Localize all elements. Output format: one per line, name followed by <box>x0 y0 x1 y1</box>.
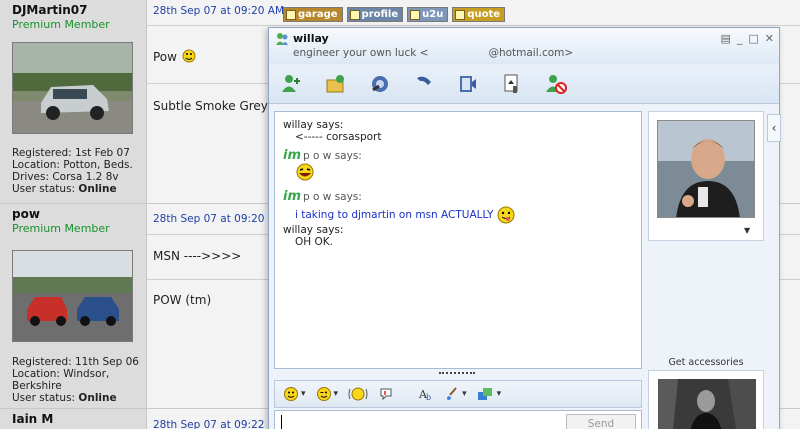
quote-icon <box>455 9 466 20</box>
u2u-icon <box>410 9 421 20</box>
wink-button[interactable]: ▾ <box>316 386 338 402</box>
send-file-icon[interactable] <box>321 69 351 99</box>
wink-icon <box>316 387 331 401</box>
title-bar[interactable]: willay engineer your own luck < @hotmail.… <box>269 28 779 64</box>
send-button[interactable]: Send <box>566 414 636 429</box>
emoticon-button[interactable]: ▾ <box>283 386 306 402</box>
video-call-icon[interactable] <box>365 69 395 99</box>
chevron-down-icon[interactable]: ▼ <box>744 226 750 235</box>
window-controls: ▤ _ □ ✕ <box>720 32 774 45</box>
garage-button[interactable]: garage <box>283 7 343 22</box>
message-sender: willay says: <box>283 119 344 131</box>
maximize-icon[interactable]: □ <box>748 32 758 45</box>
minimize-icon[interactable]: _ <box>737 32 743 45</box>
user-info: Registered: 1st Feb 07 Location: Potton,… <box>12 147 133 195</box>
voice-call-icon[interactable] <box>409 69 439 99</box>
post-author-panel: pow Premium Member Registered: 11th Sep … <box>0 204 147 408</box>
message-input[interactable]: Send <box>274 410 642 429</box>
message-text: i taking to djmartin on msn ACTUALLY <box>295 206 633 224</box>
voice-clip-icon <box>380 388 392 401</box>
im-logo-icon: im <box>283 189 302 204</box>
member-rank: Premium Member <box>12 18 110 31</box>
post-date: 28th Sep 07 at 09:20 AM <box>153 5 285 17</box>
text-caret <box>281 415 282 429</box>
winks-button[interactable]: ▾ <box>477 386 501 402</box>
u2u-button[interactable]: u2u <box>407 7 449 22</box>
voice-clip-button[interactable] <box>378 386 394 402</box>
profile-icon <box>349 9 360 20</box>
user-info: Registered: 11th Sep 06 Location: Windso… <box>12 356 139 404</box>
username[interactable]: pow <box>12 207 146 221</box>
im-logo-icon: im <box>283 148 302 163</box>
menu-icon[interactable]: ▤ <box>720 32 730 45</box>
contact-display-picture-panel: ▼ <box>648 111 764 241</box>
get-accessories-link[interactable]: Get accessories <box>648 357 764 368</box>
post-date: 28th Sep 07 at 09:22 AM <box>153 419 285 429</box>
dancing-emoticon-icon <box>182 49 196 63</box>
post-text: Subtle Smoke Grey C <box>153 99 281 113</box>
nudge-icon <box>348 387 368 401</box>
quote-button[interactable]: quote <box>452 7 506 22</box>
msn-conversation-window: willay engineer your own luck < @hotmail.… <box>268 27 781 429</box>
divider <box>147 25 800 26</box>
svg-text:b: b <box>426 393 431 402</box>
post-author-panel: Iain M <box>0 409 147 429</box>
background-button[interactable]: ▾ <box>444 386 467 402</box>
post-text: Pow <box>153 48 197 64</box>
my-display-picture-panel <box>648 370 764 429</box>
conversation-history[interactable]: willay says: <----- corsasport im p o w … <box>274 111 642 369</box>
avatar <box>12 42 133 134</box>
laughing-emoticon-icon <box>296 163 314 181</box>
msn-buddy-icon <box>276 33 288 45</box>
conversation-toolbar <box>269 64 779 104</box>
formatting-toolbar: ▾ ▾ Ab ▾ ▾ <box>274 380 642 408</box>
smiley-icon <box>284 387 298 401</box>
invite-contact-icon[interactable] <box>277 69 307 99</box>
pane-resize-handle[interactable] <box>439 372 475 375</box>
username[interactable]: Iain M <box>12 412 146 426</box>
tongue-emoticon-icon <box>497 206 515 224</box>
games-icon[interactable] <box>497 69 527 99</box>
post-date: 28th Sep 07 at 09:20 AM <box>153 213 285 225</box>
activities-icon[interactable] <box>453 69 483 99</box>
contact-status-message: engineer your own luck < @hotmail.com> <box>293 47 574 59</box>
message-emoticon <box>295 163 633 185</box>
winks-icon <box>477 388 492 400</box>
post-text: POW (tm) <box>153 293 212 307</box>
message-sender: willay says: <box>283 224 344 236</box>
message-header: im p o w says: <box>283 189 362 204</box>
garage-icon <box>286 9 296 20</box>
collapse-panel-button[interactable]: ‹ <box>767 114 781 142</box>
my-display-picture[interactable] <box>658 379 756 429</box>
block-icon[interactable] <box>541 69 571 99</box>
message-header: im p o w says: <box>283 148 362 163</box>
message-text: OH OK. <box>295 236 333 248</box>
font-button[interactable]: Ab <box>418 386 434 402</box>
message-text: <----- corsasport <box>295 131 382 143</box>
post-action-buttons: garage profile u2u quote <box>283 7 506 22</box>
avatar <box>12 250 133 342</box>
post-author-panel: DJMartin07 Premium Member Registered: 1s… <box>0 0 147 203</box>
profile-button[interactable]: profile <box>346 7 404 22</box>
contact-display-picture[interactable] <box>657 120 755 218</box>
post-text: MSN ---->>>> <box>153 249 242 263</box>
close-icon[interactable]: ✕ <box>765 32 774 45</box>
font-icon: Ab <box>418 388 431 402</box>
paintbrush-icon <box>447 387 457 400</box>
nudge-button[interactable] <box>348 386 368 402</box>
contact-name: willay <box>293 32 329 45</box>
username[interactable]: DJMartin07 <box>12 3 146 17</box>
member-rank: Premium Member <box>12 222 110 235</box>
